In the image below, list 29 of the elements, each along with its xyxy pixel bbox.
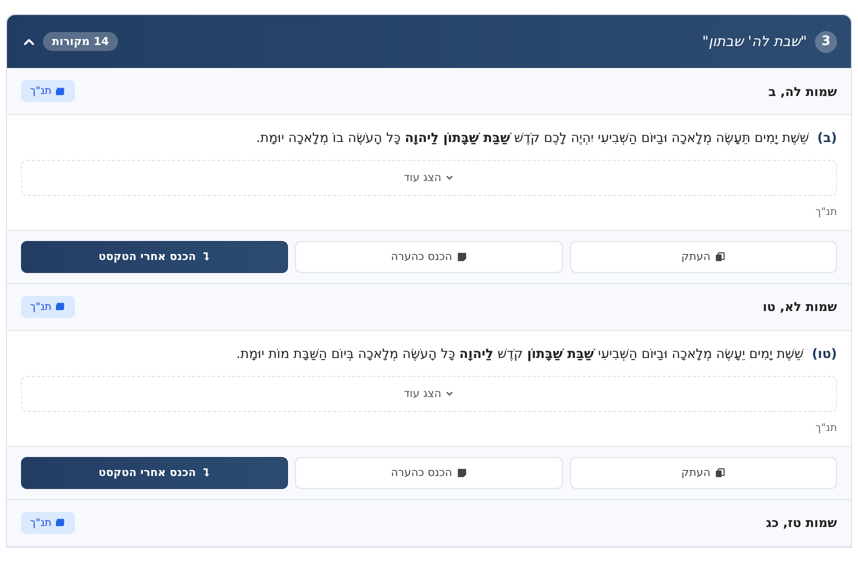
copy-icon [715,468,726,478]
category-tag[interactable]: תנ"ך [21,512,75,534]
show-more-button[interactable]: הצג עוד [21,376,837,412]
source-reference: שמות טז, כג [766,515,837,530]
copy-button[interactable]: העתק [570,456,837,489]
chevron-down-icon [445,389,454,398]
sources-count-badge: 14 מקורות [43,32,118,51]
note-button[interactable]: הכנס כהערה [295,240,563,273]
insert-button[interactable]: הכנס אחרי הטקסט [21,240,288,273]
source-category: תנ"ך [814,422,837,434]
note-icon [457,252,468,262]
section-title: "שבת לה' שבתון" [702,34,807,50]
source-category: תנ"ך [814,206,837,218]
insert-button[interactable]: הכנס אחרי הטקסט [21,456,288,489]
source-reference: שמות לה, ב [768,84,837,98]
category-tag[interactable]: תנ"ך [21,296,75,318]
verse-text: (טו) שֵׁשֶׁת יָמִים יֵעָשֶׂה מְלָאכָה וּבַיּוֹם הַשְּׁבִיעִי שַׁבַּת שַׁבָּתוֹן קֹדֶשׁ לַיהוָה כָּל הָעֹשֶׂה מְלָאכָה בְּיוֹם הַשַּׁבָּת מוֹת יוּמָת. [235,346,837,364]
chevron-down-icon [445,173,454,182]
section-number: 3 [815,30,837,52]
verse-text: (ב) שֵׁשֶׁת יָמִים תֵּעָשֶׂה מְלָאכָה וּבַיּוֹם הַשְּׁבִיעִי יִהְיֶה לָכֶם קֹדֶשׁ שַׁבַּת שַׁבָּתוֹן לַיהוָה כָּל הָעֹשֶׂה בוֹ מְלָאכָה יוּמָת. [255,130,837,148]
note-icon [457,468,468,478]
note-button[interactable]: הכנס כהערה [295,456,563,489]
copy-icon [715,252,726,262]
arrow-down-icon [200,251,211,262]
source-reference: שמות לא, טו [762,299,837,314]
category-tag[interactable]: תנ"ך [21,80,75,102]
copy-button[interactable]: העתק [570,240,837,273]
show-more-button[interactable]: הצג עוד [21,160,837,196]
arrow-down-icon [200,467,211,478]
